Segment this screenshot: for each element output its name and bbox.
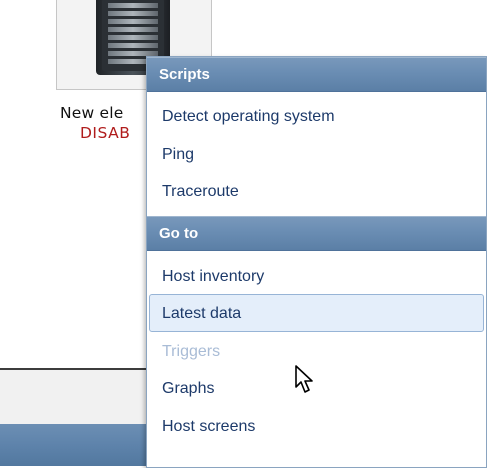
menu-section-scripts: Detect operating system Ping Traceroute (147, 92, 486, 216)
menu-item-host-inventory[interactable]: Host inventory (149, 257, 484, 295)
menu-item-traceroute[interactable]: Traceroute (149, 172, 484, 210)
menu-item-graphs[interactable]: Graphs (149, 369, 484, 407)
map-element-label: New ele (60, 104, 124, 122)
menu-header-goto: Go to (147, 215, 486, 251)
context-menu: Scripts Detect operating system Ping Tra… (146, 56, 487, 468)
menu-header-scripts: Scripts (147, 57, 486, 92)
menu-item-ping[interactable]: Ping (149, 135, 484, 173)
menu-item-detect-os[interactable]: Detect operating system (149, 97, 484, 135)
menu-item-triggers: Triggers (162, 342, 221, 360)
menu-item-host-screens[interactable]: Host screens (149, 407, 484, 445)
menu-item-latest-data[interactable]: Latest data (149, 294, 484, 332)
menu-section-goto: Host inventory Latest data Triggers Grap… (147, 251, 486, 451)
map-element-status: DISAB (80, 124, 131, 142)
mouse-pointer-icon (295, 365, 313, 393)
